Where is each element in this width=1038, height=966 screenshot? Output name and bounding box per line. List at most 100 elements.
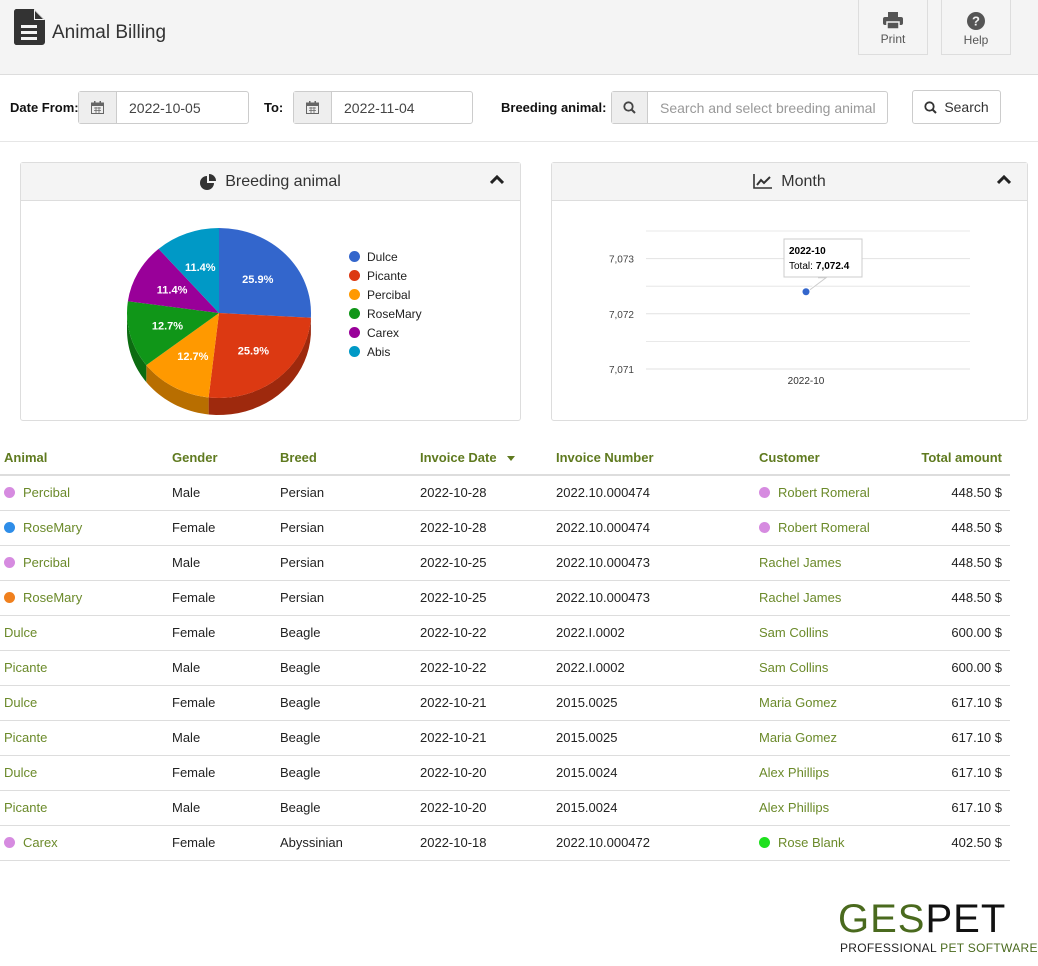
table-row[interactable]: RoseMary Female Persian 2022-10-28 2022.10.0… [0, 510, 1010, 546]
calendar-icon[interactable] [294, 92, 332, 123]
calendar-icon[interactable] [79, 92, 117, 123]
animal-text[interactable]: Picante [4, 800, 47, 815]
breed-text: Persian [280, 485, 325, 501]
gender-text: Female [172, 625, 216, 640]
customer-cell[interactable]: Rachel James [755, 580, 915, 616]
tooltip-title: 2022-10 [789, 246, 826, 257]
animal-cell[interactable]: Picante [0, 650, 168, 686]
print-button[interactable]: Print [858, 0, 928, 55]
date-cell: 2022-10-18 [416, 825, 552, 861]
animal-cell[interactable]: Dulce [0, 685, 168, 721]
date-to-field[interactable] [293, 91, 473, 124]
search-button[interactable]: Search [912, 90, 1001, 124]
animal-cell[interactable]: Dulce [0, 615, 168, 651]
animal-text[interactable]: RoseMary [23, 520, 82, 535]
customer-cell[interactable]: Alex Phillips [755, 790, 915, 826]
animal-text[interactable]: Picante [4, 660, 47, 675]
animal-cell[interactable]: Picante [0, 720, 168, 756]
table-row[interactable]: Percibal Male Persian 2022-10-25 2022.10.000… [0, 545, 1010, 581]
table-row[interactable]: Picante Male Beagle 2022-10-21 2015.0025 Mari… [0, 720, 1010, 756]
column-header[interactable]: Total amount [915, 441, 1010, 476]
data-point[interactable] [802, 288, 810, 296]
legend-item[interactable]: Dulce [349, 247, 422, 266]
gespet-logo: GESPET PROFESSIONAL PET SOFTWARE [838, 899, 1038, 955]
animal-text[interactable]: Dulce [4, 625, 37, 640]
animal-cell[interactable]: Picante [0, 790, 168, 826]
table-header: Animal Gender Breed Invoice Date Invoice Num… [0, 441, 1010, 476]
breeding-animal-input[interactable] [648, 92, 887, 123]
total-cell: 617.10 $ [915, 790, 1010, 826]
animal-text[interactable]: Dulce [4, 695, 37, 710]
animal-text[interactable]: Carex [23, 835, 58, 850]
number-cell: 2022.10.000474 [552, 475, 755, 511]
customer-text[interactable]: Robert Romeral [778, 485, 870, 500]
animal-text[interactable]: Percibal [23, 485, 70, 500]
chevron-up-icon[interactable] [490, 175, 504, 185]
customer-cell[interactable]: Rachel James [755, 545, 915, 581]
date-to-input[interactable] [332, 92, 472, 123]
table-row[interactable]: Picante Male Beagle 2022-10-20 2015.0024 Alex… [0, 790, 1010, 826]
table-row[interactable]: Dulce Female Beagle 2022-10-22 2022.I.0002 Sa… [0, 615, 1010, 651]
customer-text[interactable]: Alex Phillips [759, 765, 829, 780]
pie-slice-dulce[interactable] [219, 228, 311, 318]
sort-desc-icon[interactable] [506, 456, 515, 461]
customer-cell[interactable]: Rose Blank [755, 825, 915, 861]
page-title: Animal Billing [52, 22, 167, 43]
date-from-field[interactable] [78, 91, 249, 124]
customer-cell[interactable]: Maria Gomez [755, 685, 915, 721]
customer-cell[interactable]: Sam Collins [755, 615, 915, 651]
help-button[interactable]: ? Help [941, 0, 1011, 55]
legend-label: RoseMary [367, 306, 422, 321]
animal-text[interactable]: Picante [4, 730, 47, 745]
date-from-input[interactable] [117, 92, 248, 123]
animal-text[interactable]: RoseMary [23, 590, 82, 605]
column-header[interactable]: Breed [276, 441, 416, 476]
customer-text[interactable]: Rose Blank [778, 835, 844, 850]
animal-cell[interactable]: Dulce [0, 755, 168, 791]
animal-cell[interactable]: RoseMary [0, 580, 168, 616]
column-header[interactable]: Animal [0, 441, 168, 476]
customer-text[interactable]: Maria Gomez [759, 695, 837, 710]
customer-cell[interactable]: Robert Romeral [755, 475, 915, 511]
legend-item[interactable]: Percibal [349, 285, 422, 304]
table-row[interactable]: Picante Male Beagle 2022-10-22 2022.I.0002 Sa… [0, 650, 1010, 686]
breed-text: Persian [280, 590, 325, 605]
customer-cell[interactable]: Robert Romeral [755, 510, 915, 546]
customer-text[interactable]: Maria Gomez [759, 730, 837, 745]
legend-item[interactable]: Abis [349, 342, 422, 361]
customer-cell[interactable]: Sam Collins [755, 650, 915, 686]
table-row[interactable]: RoseMary Female Persian 2022-10-25 2022.10.0… [0, 580, 1010, 616]
pie-label: 12.7% [177, 351, 208, 363]
breeding-animal-field[interactable] [611, 91, 888, 124]
customer-cell[interactable]: Alex Phillips [755, 755, 915, 791]
table-row[interactable]: Carex Female Abyssinian 2022-10-18 2022.10.0… [0, 825, 1010, 861]
date-text: 2022-10-22 [420, 660, 487, 675]
legend-item[interactable]: Picante [349, 266, 422, 285]
customer-text[interactable]: Alex Phillips [759, 800, 829, 815]
chevron-up-icon[interactable] [997, 175, 1011, 185]
animal-cell[interactable]: Carex [0, 825, 168, 861]
animal-cell[interactable]: Percibal [0, 545, 168, 581]
table-row[interactable]: Dulce Female Beagle 2022-10-20 2015.0024 Alex… [0, 755, 1010, 791]
customer-text[interactable]: Rachel James [759, 555, 841, 570]
legend-item[interactable]: RoseMary [349, 304, 422, 323]
status-dot [759, 837, 770, 848]
customer-text[interactable]: Sam Collins [759, 625, 828, 640]
table-row[interactable]: Dulce Female Beagle 2022-10-21 2015.0025 Mari… [0, 685, 1010, 721]
customer-text[interactable]: Sam Collins [759, 660, 828, 675]
column-header[interactable]: Invoice Number [552, 441, 755, 476]
animal-cell[interactable]: Percibal [0, 475, 168, 511]
number-text: 2022.I.0002 [556, 625, 625, 640]
legend-item[interactable]: Carex [349, 323, 422, 342]
column-header[interactable]: Gender [168, 441, 276, 476]
animal-text[interactable]: Dulce [4, 765, 37, 780]
customer-cell[interactable]: Maria Gomez [755, 720, 915, 756]
date-text: 2022-10-28 [420, 485, 487, 501]
customer-text[interactable]: Rachel James [759, 590, 841, 605]
customer-text[interactable]: Robert Romeral [778, 520, 870, 535]
animal-text[interactable]: Percibal [23, 555, 70, 570]
column-header[interactable]: Customer [755, 441, 915, 476]
column-header[interactable]: Invoice Date [416, 441, 552, 476]
table-row[interactable]: Percibal Male Persian 2022-10-28 2022.10.000… [0, 475, 1010, 511]
animal-cell[interactable]: RoseMary [0, 510, 168, 546]
